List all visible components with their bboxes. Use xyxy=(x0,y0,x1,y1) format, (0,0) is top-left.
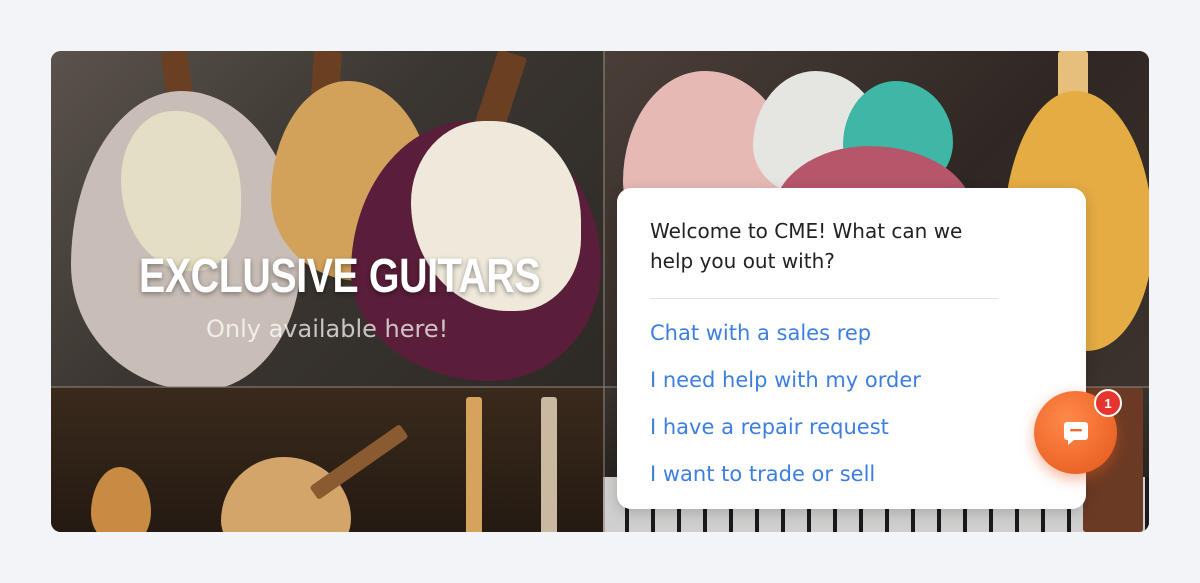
card-divider xyxy=(650,298,998,299)
unread-count-badge: 1 xyxy=(1094,389,1122,417)
guitar-neck-shape xyxy=(466,397,482,532)
guitar-neck-shape xyxy=(309,423,409,501)
hero-subtitle: Only available here! xyxy=(206,315,449,343)
acoustic-guitar-shape xyxy=(221,457,351,532)
chat-option-repair-request[interactable]: I have a repair request xyxy=(650,414,1053,440)
chat-options-list: Chat with a sales rep I need help with m… xyxy=(650,320,1053,487)
chat-option-sales-rep[interactable]: Chat with a sales rep xyxy=(650,320,1053,346)
chat-welcome-message: Welcome to CME! What can we help you out… xyxy=(650,219,963,273)
guitar-photo-bottom-left xyxy=(51,387,603,532)
chat-option-trade-sell[interactable]: I want to trade or sell xyxy=(650,461,1053,487)
guitar-neck-shape xyxy=(541,397,557,532)
chat-bubble-icon xyxy=(1063,421,1088,445)
hero-title: EXCLUSIVE GUITARS xyxy=(139,250,541,303)
chat-welcome-card: Welcome to CME! What can we help you out… xyxy=(617,188,1086,509)
chat-option-order-help[interactable]: I need help with my order xyxy=(650,367,1053,393)
guitar-body-shape xyxy=(91,467,151,532)
collage-divider xyxy=(603,51,605,532)
